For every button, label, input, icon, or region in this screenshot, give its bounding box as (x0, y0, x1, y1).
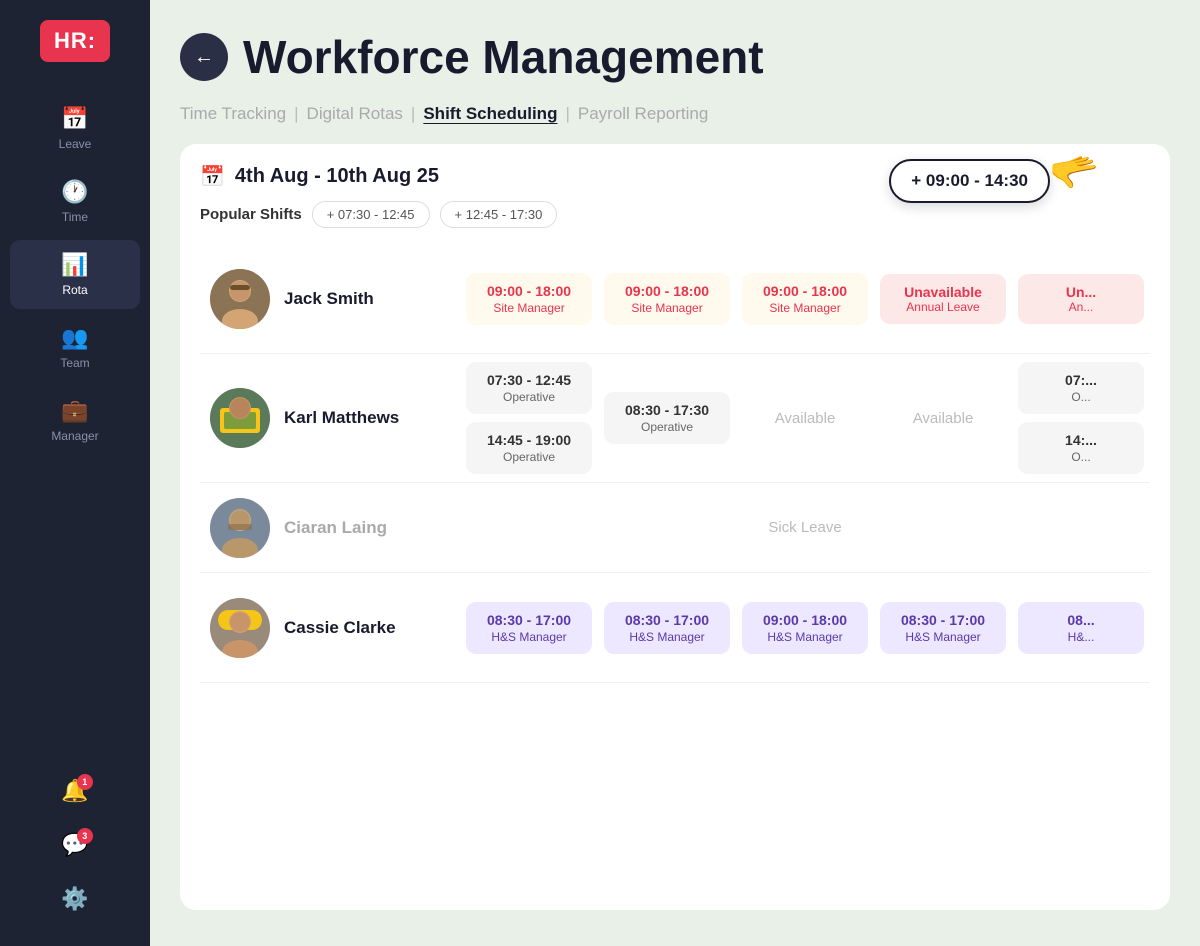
team-icon: 👥 (61, 325, 88, 351)
shift-cell[interactable]: 09:00 - 18:00 Site Manager (598, 244, 736, 353)
avatar (210, 269, 270, 329)
sidebar-item-label: Leave (59, 137, 92, 151)
main-content: ← Workforce Management Time Tracking | D… (150, 0, 1200, 946)
shift-block[interactable]: 09:00 - 18:00 H&S Manager (742, 602, 868, 654)
sidebar-item-leave[interactable]: 📅 Leave (10, 94, 140, 163)
shift-cell[interactable]: Available (736, 354, 874, 482)
page-title: Workforce Management (243, 30, 764, 84)
available-label: Available (775, 410, 836, 427)
shift-cell[interactable] (598, 483, 736, 572)
back-arrow-icon: ← (194, 46, 214, 69)
shift-cell[interactable]: Sick Leave (736, 483, 874, 572)
sidebar: HR: 📅 Leave 🕐 Time 📊 Rota 👥 Team 💼 Manag… (0, 0, 150, 946)
sidebar-item-label: Manager (51, 429, 98, 443)
shift-block[interactable]: 07:... O... (1018, 362, 1144, 414)
shift-block[interactable]: 09:00 - 18:00 Site Manager (466, 273, 592, 325)
sidebar-item-rota[interactable]: 📊 Rota (10, 240, 140, 309)
shift-cell[interactable]: 08:30 - 17:00 H&S Manager (598, 573, 736, 682)
hand-cursor-icon: 🫳 (1046, 145, 1103, 200)
employee-name: Karl Matthews (284, 408, 399, 428)
shift-cell[interactable]: 07:30 - 12:45 Operative 14:45 - 19:00 Op… (460, 354, 598, 482)
sidebar-item-label: Time (62, 210, 88, 224)
schedule-grid: Jack Smith 09:00 - 18:00 Site Manager 09… (200, 244, 1150, 683)
messages-badge: 3 (77, 828, 93, 844)
shift-cell[interactable]: Un... An... (1012, 244, 1150, 353)
settings-icon: ⚙️ (61, 886, 88, 912)
tab-shift-scheduling[interactable]: Shift Scheduling (423, 104, 557, 124)
sidebar-item-label: Rota (62, 283, 87, 297)
shift-cell[interactable] (874, 483, 1012, 572)
avatar (210, 388, 270, 448)
date-range: 📅 4th Aug - 10th Aug 25 (200, 164, 439, 189)
shift-cell[interactable]: Unavailable Annual Leave (874, 244, 1012, 353)
app-logo: HR: (40, 20, 110, 62)
employee-cell-karl: Karl Matthews (200, 354, 460, 482)
notification-badge: 1 (77, 774, 93, 790)
shift-cell[interactable]: 09:00 - 18:00 Site Manager (460, 244, 598, 353)
avatar (210, 498, 270, 558)
sidebar-item-label: Team (60, 356, 89, 370)
employee-name: Ciaran Laing (284, 518, 387, 538)
shift-cell[interactable]: 08:30 - 17:00 H&S Manager (874, 573, 1012, 682)
shift-block[interactable]: 08:30 - 17:00 H&S Manager (880, 602, 1006, 654)
tab-payroll-reporting[interactable]: Payroll Reporting (578, 104, 708, 124)
floating-shift-button[interactable]: + 09:00 - 14:30 (889, 159, 1050, 203)
sidebar-item-messages[interactable]: 💬 3 (10, 820, 140, 870)
shift-block[interactable]: 09:00 - 18:00 Site Manager (604, 273, 730, 325)
page-header: ← Workforce Management (180, 30, 1170, 84)
unavailable-block[interactable]: Unavailable Annual Leave (880, 274, 1006, 324)
back-button[interactable]: ← (180, 33, 228, 81)
popular-shifts-label: Popular Shifts (200, 206, 302, 223)
available-label: Available (913, 410, 974, 427)
table-row: Jack Smith 09:00 - 18:00 Site Manager 09… (200, 244, 1150, 354)
shift-block[interactable]: 08:30 - 17:30 Operative (604, 392, 730, 444)
shift-block[interactable]: 08:30 - 17:00 H&S Manager (466, 602, 592, 654)
shift-cell[interactable]: 08:30 - 17:30 Operative (598, 354, 736, 482)
shift-block[interactable]: 09:00 - 18:00 Site Manager (742, 273, 868, 325)
shift-block[interactable]: 07:30 - 12:45 Operative (466, 362, 592, 414)
tab-digital-rotas[interactable]: Digital Rotas (307, 104, 403, 124)
avatar (210, 598, 270, 658)
shift-pill-1[interactable]: + 12:45 - 17:30 (440, 201, 558, 228)
manager-icon: 💼 (61, 398, 88, 424)
nav-tabs: Time Tracking | Digital Rotas | Shift Sc… (180, 104, 1170, 124)
sidebar-item-notifications[interactable]: 🔔 1 (10, 766, 140, 816)
schedule-card: + 09:00 - 14:30 🫳 📅 4th Aug - 10th Aug 2… (180, 144, 1170, 910)
calendar-icon: 📅 (200, 164, 225, 189)
shift-cell[interactable]: 08:30 - 17:00 H&S Manager (460, 573, 598, 682)
time-icon: 🕐 (61, 179, 88, 205)
leave-icon: 📅 (61, 106, 88, 132)
sidebar-item-time[interactable]: 🕐 Time (10, 167, 140, 236)
table-row: Ciaran Laing Sick Leave (200, 483, 1150, 573)
sick-leave-label: Sick Leave (768, 519, 841, 536)
shift-block[interactable]: 08... H&... (1018, 602, 1144, 654)
employee-name: Jack Smith (284, 289, 374, 309)
sidebar-item-team[interactable]: 👥 Team (10, 313, 140, 382)
sidebar-item-settings[interactable]: ⚙️ (10, 874, 140, 924)
employee-cell-cassie: Cassie Clarke (200, 573, 460, 682)
shift-cell[interactable] (460, 483, 598, 572)
shift-cell[interactable]: 09:00 - 18:00 H&S Manager (736, 573, 874, 682)
table-row: Karl Matthews 07:30 - 12:45 Operative 14… (200, 354, 1150, 483)
employee-cell-jack: Jack Smith (200, 244, 460, 353)
table-row: Cassie Clarke 08:30 - 17:00 H&S Manager … (200, 573, 1150, 683)
shift-block[interactable]: 14:45 - 19:00 Operative (466, 422, 592, 474)
shift-cell[interactable] (1012, 483, 1150, 572)
shift-block[interactable]: 14:... O... (1018, 422, 1144, 474)
employee-name: Cassie Clarke (284, 618, 396, 638)
shift-cell[interactable]: 07:... O... 14:... O... (1012, 354, 1150, 482)
popular-shifts: Popular Shifts + 07:30 - 12:45 + 12:45 -… (200, 201, 1150, 228)
unavailable-block[interactable]: Un... An... (1018, 274, 1144, 324)
sidebar-item-manager[interactable]: 💼 Manager (10, 386, 140, 455)
tab-time-tracking[interactable]: Time Tracking (180, 104, 286, 124)
shift-block[interactable]: 08:30 - 17:00 H&S Manager (604, 602, 730, 654)
shift-cell[interactable]: 08... H&... (1012, 573, 1150, 682)
rota-icon: 📊 (61, 252, 88, 278)
shift-pill-0[interactable]: + 07:30 - 12:45 (312, 201, 430, 228)
employee-cell-ciaran: Ciaran Laing (200, 483, 460, 572)
shift-cell[interactable]: 09:00 - 18:00 Site Manager (736, 244, 874, 353)
shift-cell[interactable]: Available (874, 354, 1012, 482)
